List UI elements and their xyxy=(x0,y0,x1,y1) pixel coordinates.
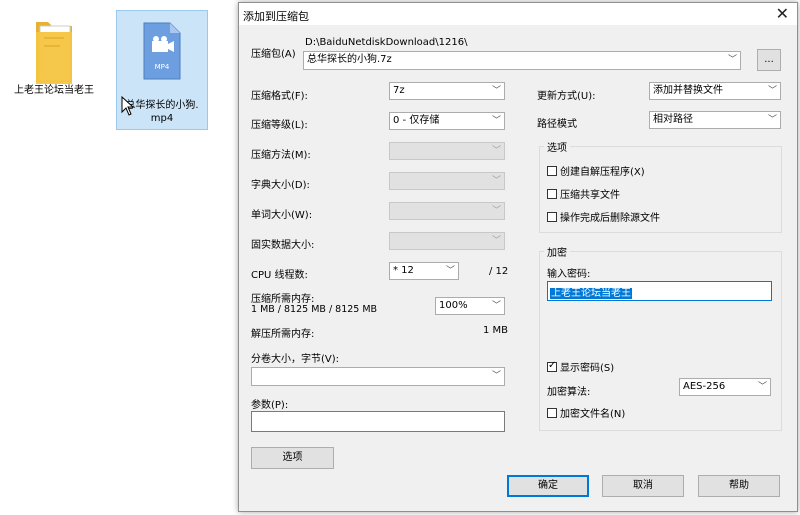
chevron-down-icon: ﹀ xyxy=(491,236,501,246)
dict-select: ﹀ xyxy=(389,172,505,190)
show-password-checkbox[interactable]: 显示密码(S) xyxy=(547,359,614,374)
chevron-down-icon: ﹀ xyxy=(491,176,501,186)
algo-select[interactable]: AES-256 ﹀ xyxy=(679,378,771,396)
video-file-icon: MP4 xyxy=(142,21,182,81)
split-label: 分卷大小，字节(V): xyxy=(251,354,340,365)
format-select[interactable]: 7z ﹀ xyxy=(389,82,505,100)
checkbox-icon xyxy=(547,408,557,418)
help-button[interactable]: 帮助 xyxy=(698,475,780,497)
update-label: 更新方式(U): xyxy=(537,91,596,102)
checkbox-icon xyxy=(547,189,557,199)
cpu-label: CPU 线程数: xyxy=(251,270,308,281)
level-label: 压缩等级(L): xyxy=(251,120,308,131)
folder-icon xyxy=(30,12,78,84)
checkbox-icon xyxy=(547,212,557,222)
solid-select: ﹀ xyxy=(389,232,505,250)
method-label: 压缩方法(M): xyxy=(251,150,311,161)
mem-percent-value: 100% xyxy=(439,300,468,311)
archive-name-combo[interactable]: 总华探长的小狗.7z ﹀ xyxy=(303,51,741,70)
encryption-group-title: 加密 xyxy=(544,244,570,259)
delete-label: 操作完成后删除源文件 xyxy=(560,213,660,224)
mem-compress-value: 1 MB / 8125 MB / 8125 MB xyxy=(251,304,378,315)
update-select[interactable]: 添加并替换文件 ﹀ xyxy=(649,82,781,100)
encrypt-names-label: 加密文件名(N) xyxy=(560,409,626,420)
mouse-cursor-icon xyxy=(121,95,135,119)
method-select: ﹀ xyxy=(389,142,505,160)
chevron-down-icon: ﹀ xyxy=(727,55,737,65)
sfx-label: 创建自解压程序(X) xyxy=(560,167,645,178)
params-label: 参数(P): xyxy=(251,400,289,411)
cpu-select[interactable]: * 12 ﹀ xyxy=(389,262,459,280)
checkbox-checked-icon xyxy=(547,360,557,372)
cancel-button[interactable]: 取消 xyxy=(602,475,684,497)
word-select: ﹀ xyxy=(389,202,505,220)
params-input[interactable] xyxy=(251,411,505,432)
show-password-label: 显示密码(S) xyxy=(560,363,615,374)
shared-label: 压缩共享文件 xyxy=(560,190,620,201)
chevron-down-icon: ﹀ xyxy=(445,266,455,276)
password-value: 上老王论坛当老王 xyxy=(550,288,632,299)
ok-button[interactable]: 确定 xyxy=(507,475,589,497)
password-input[interactable]: 上老王论坛当老王 xyxy=(547,281,772,301)
cpu-value: * 12 xyxy=(393,265,414,276)
format-value: 7z xyxy=(393,85,405,96)
sfx-checkbox[interactable]: 创建自解压程序(X) xyxy=(547,163,645,178)
mem-decompress-value: 1 MB xyxy=(483,325,509,336)
options-group-title: 选项 xyxy=(544,139,570,154)
word-label: 单词大小(W): xyxy=(251,210,313,221)
mem-compress-label: 压缩所需内存: xyxy=(251,294,315,305)
chevron-down-icon: ﹀ xyxy=(491,301,501,311)
archive-label: 压缩包(A) xyxy=(251,49,296,60)
delete-checkbox[interactable]: 操作完成后删除源文件 xyxy=(547,209,660,224)
path-mode-value: 相对路径 xyxy=(653,114,693,125)
folder-label: 上老王论坛当老王 xyxy=(14,85,94,96)
dialog-title: 添加到压缩包 xyxy=(243,10,309,23)
chevron-down-icon: ﹀ xyxy=(491,206,501,216)
checkbox-icon xyxy=(547,166,557,176)
solid-label: 固实数据大小: xyxy=(251,240,315,251)
level-select[interactable]: 0 - 仅存储 ﹀ xyxy=(389,112,505,130)
format-label: 压缩格式(F): xyxy=(251,91,308,102)
chevron-down-icon: ﹀ xyxy=(491,371,501,381)
mem-percent-select[interactable]: 100% ﹀ xyxy=(435,297,505,315)
algo-label: 加密算法: xyxy=(547,387,591,398)
algo-value: AES-256 xyxy=(683,381,726,392)
path-mode-select[interactable]: 相对路径 ﹀ xyxy=(649,111,781,129)
shared-checkbox[interactable]: 压缩共享文件 xyxy=(547,186,620,201)
encrypt-names-checkbox[interactable]: 加密文件名(N) xyxy=(547,405,625,420)
mp4-badge: MP4 xyxy=(154,63,170,71)
split-select[interactable]: ﹀ xyxy=(251,367,505,386)
archive-name-value: 总华探长的小狗.7z xyxy=(307,54,392,65)
chevron-down-icon: ﹀ xyxy=(757,382,767,392)
path-mode-label: 路径模式 xyxy=(537,119,577,130)
chevron-down-icon: ﹀ xyxy=(491,86,501,96)
options-button[interactable]: 选项 xyxy=(251,447,334,469)
mem-decompress-label: 解压所需内存: xyxy=(251,329,315,340)
update-value: 添加并替换文件 xyxy=(653,85,723,96)
archive-path: D:\BaiduNetdiskDownload\1216\ xyxy=(305,37,468,48)
password-label: 输入密码: xyxy=(547,269,591,280)
chevron-down-icon: ﹀ xyxy=(491,146,501,156)
desktop-folder[interactable]: 上老王论坛当老王 xyxy=(8,12,100,97)
chevron-down-icon: ﹀ xyxy=(491,116,501,126)
dialog-titlebar: 添加到压缩包 ✕ xyxy=(239,3,797,25)
cpu-total: / 12 xyxy=(489,266,509,277)
chevron-down-icon: ﹀ xyxy=(767,115,777,125)
browse-button[interactable]: ... xyxy=(757,49,781,71)
chevron-down-icon: ﹀ xyxy=(767,86,777,96)
close-icon[interactable]: ✕ xyxy=(776,4,789,23)
dict-label: 字典大小(D): xyxy=(251,180,310,191)
add-to-archive-dialog: 添加到压缩包 ✕ 压缩包(A) D:\BaiduNetdiskDownload\… xyxy=(238,2,798,512)
level-value: 0 - 仅存储 xyxy=(393,115,440,126)
